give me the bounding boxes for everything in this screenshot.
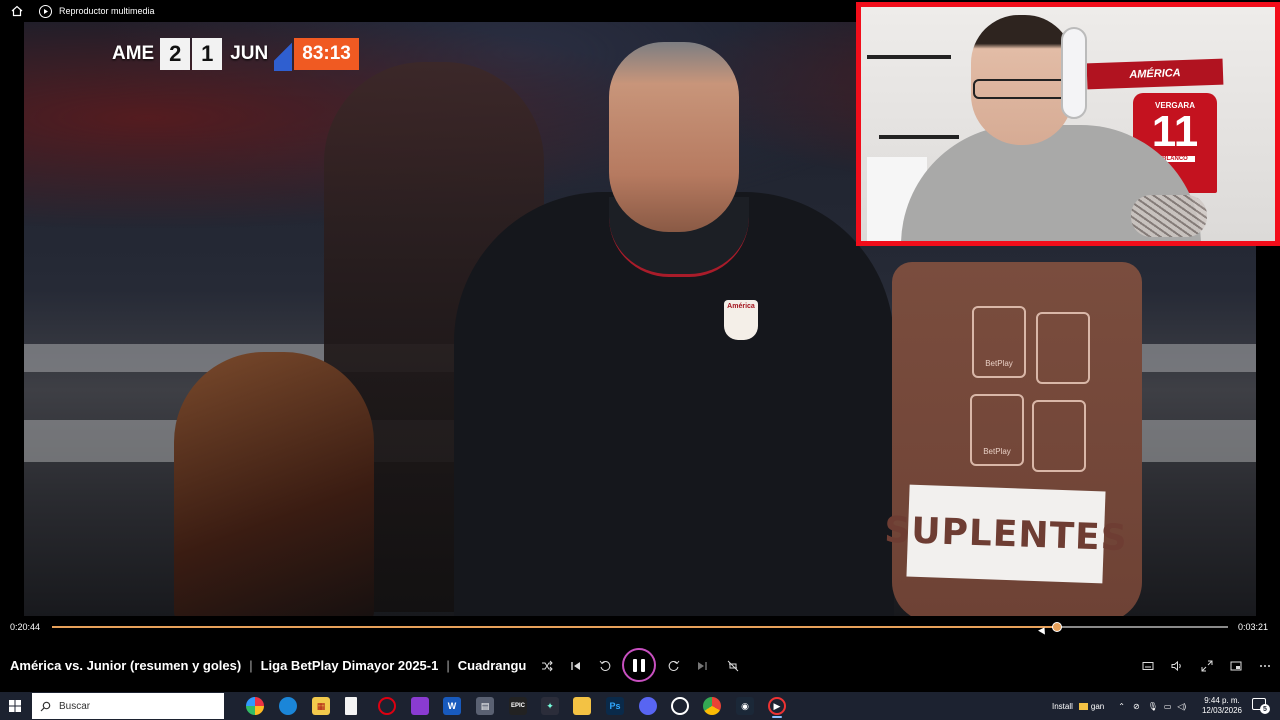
title-bar: Reproductor multimedia [0, 0, 1280, 22]
clock-time: 9:44 p. m. [1204, 696, 1240, 705]
discord-icon[interactable] [639, 697, 657, 715]
forward-30-icon[interactable] [662, 654, 686, 678]
search-icon [40, 701, 51, 711]
file-icon[interactable] [345, 697, 357, 715]
calculator-icon[interactable]: ▤ [476, 697, 494, 715]
webcam-shelf [879, 135, 959, 139]
photoshop-icon[interactable]: Ps [606, 697, 624, 715]
bib-logo [1036, 312, 1090, 384]
webcam-overlay: AMÉRICA VERGARA 11 BLANCO [856, 2, 1280, 246]
seek-thumb[interactable] [1052, 622, 1063, 632]
tray-install[interactable]: Install [1052, 702, 1073, 711]
webcam-glasses [973, 79, 1069, 99]
bib-text: SUPLENTES [883, 509, 1129, 559]
microphone-icon[interactable]: 🎙 [1148, 702, 1158, 711]
title-separator: | [249, 658, 253, 673]
subtitles-icon[interactable] [1136, 654, 1160, 678]
notification-badge: 5 [1260, 704, 1270, 714]
home-score: 2 [160, 38, 191, 70]
webcam-tattoo [1131, 195, 1207, 237]
media-title-part: Cuadrangu... [457, 658, 526, 673]
seek-track[interactable] [52, 622, 1228, 632]
chrome-icon[interactable] [703, 697, 721, 715]
club-crest: América [724, 300, 758, 340]
system-tray: Install gan ⌃ ⊘ 🎙 ▭ ◁) [1052, 692, 1186, 720]
seek-track-fill [52, 626, 1058, 628]
bib-logo: BetPlay [972, 306, 1026, 378]
search-placeholder: Buscar [59, 700, 91, 712]
home-icon[interactable] [9, 3, 25, 19]
video-coach-head [609, 42, 739, 232]
taskbar-search-input[interactable]: Buscar [32, 693, 224, 719]
media-title: América vs. Junior (resumen y goles) | L… [10, 658, 526, 673]
control-bar: América vs. Junior (resumen y goles) | L… [0, 638, 1280, 692]
epic-games-icon[interactable]: EPIC [509, 697, 527, 715]
opera-icon[interactable] [378, 697, 396, 715]
media-player-app-icon [39, 4, 52, 18]
next-icon[interactable] [690, 654, 714, 678]
github-icon[interactable] [671, 697, 689, 715]
more-options-icon[interactable] [1253, 654, 1277, 678]
webcam-banner: AMÉRICA [1086, 58, 1224, 90]
media-title-part: América vs. Junior (resumen y goles) [10, 658, 242, 673]
pause-icon [633, 658, 645, 672]
match-clock: 83:13 [294, 38, 359, 70]
app-dark-icon[interactable]: ✦ [541, 697, 559, 715]
title-separator: | [446, 658, 450, 673]
bib-logo [1032, 400, 1086, 472]
window-title: Reproductor multimedia [59, 6, 155, 16]
edge-icon[interactable] [279, 697, 297, 715]
bib-logo: BetPlay [970, 394, 1024, 466]
network-icon[interactable]: ▭ [1164, 702, 1172, 711]
store-icon[interactable]: ▦ [312, 697, 330, 715]
pause-button[interactable] [622, 648, 656, 682]
tray-folder[interactable]: gan [1091, 702, 1104, 711]
away-team: JUN [230, 43, 269, 64]
fullscreen-icon[interactable] [1195, 654, 1219, 678]
shuffle-icon[interactable] [535, 654, 559, 678]
rewind-10-icon[interactable] [593, 654, 617, 678]
steam-icon[interactable]: ◉ [736, 697, 754, 715]
active-app-indicator [772, 716, 782, 718]
volume-icon[interactable] [1165, 654, 1189, 678]
remaining-time: 0:03:21 [1237, 622, 1268, 632]
network-off-icon[interactable]: ⊘ [1133, 702, 1140, 711]
copilot-icon[interactable] [246, 697, 264, 715]
repeat-off-icon[interactable] [721, 654, 745, 678]
miniplayer-icon[interactable] [1224, 654, 1248, 678]
speaker-icon[interactable]: ◁) [1177, 702, 1186, 711]
folder-icon [1078, 702, 1088, 710]
clock-date: 12/03/2026 [1201, 706, 1243, 715]
elapsed-time: 0:20:44 [10, 622, 41, 632]
scoreboard: AME 2 1 JUN 83:13 [106, 37, 359, 71]
media-title-part: Liga BetPlay Dimayor 2025-1 [260, 658, 439, 673]
media-player-taskbar-icon[interactable]: ▶ [768, 697, 786, 715]
taskbar-clock[interactable]: 9:44 p. m. 12/03/2026 [1198, 696, 1246, 716]
windows-start-icon[interactable] [0, 692, 30, 720]
seek-bar[interactable]: 0:20:44 0:03:21 [0, 616, 1280, 638]
chevron-up-icon[interactable]: ⌃ [1118, 702, 1125, 711]
headset-icon [1061, 27, 1087, 119]
bib-band: SUPLENTES [884, 484, 1128, 584]
home-team: AME [112, 43, 155, 64]
app-purple-icon[interactable] [411, 697, 429, 715]
previous-icon[interactable] [564, 654, 588, 678]
video-crouching-player [174, 352, 374, 616]
file-explorer-icon[interactable] [573, 697, 591, 715]
away-score: 1 [192, 38, 223, 70]
word-icon[interactable]: W [443, 697, 461, 715]
taskbar: Buscar ▦ W ▤ EPIC ✦ Ps ◉ ▶ Install gan ⌃… [0, 692, 1280, 720]
scoreboard-stripe [274, 37, 293, 71]
webcam-shelf [867, 55, 951, 59]
